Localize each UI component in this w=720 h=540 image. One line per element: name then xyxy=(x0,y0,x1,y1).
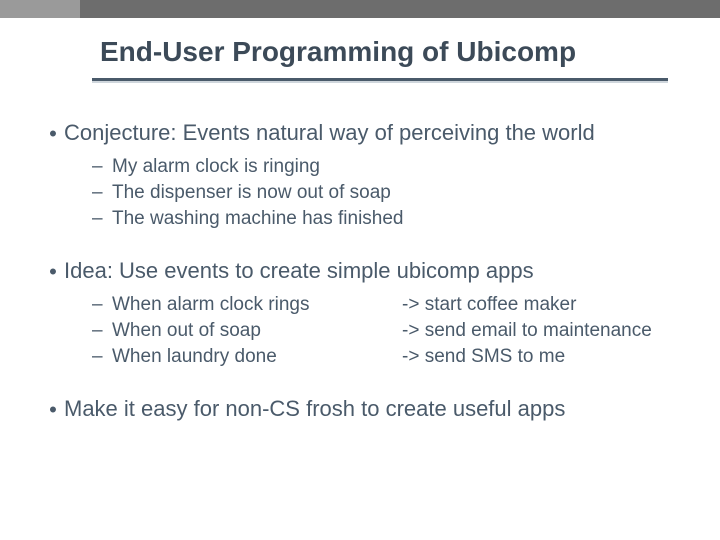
pair-right: -> start coffee maker xyxy=(402,292,682,318)
slide-content: • Conjecture: Events natural way of perc… xyxy=(42,120,682,430)
dash-icon: – xyxy=(92,180,112,206)
sub-pair: When laundry done -> send SMS to me xyxy=(112,344,682,370)
bullet-dot-icon: • xyxy=(42,258,64,286)
sub-item: – My alarm clock is ringing xyxy=(92,154,682,180)
top-bar-accent xyxy=(0,0,80,18)
pair-left: When laundry done xyxy=(112,344,402,370)
sub-list: – When alarm clock rings -> start coffee… xyxy=(92,292,682,370)
dash-icon: – xyxy=(92,206,112,232)
dash-icon: – xyxy=(92,154,112,180)
sub-pair: When out of soap -> send email to mainte… xyxy=(112,318,682,344)
bullet-item: • Idea: Use events to create simple ubic… xyxy=(42,258,682,286)
title-underline-shadow xyxy=(92,81,668,83)
pair-left: When out of soap xyxy=(112,318,402,344)
dash-icon: – xyxy=(92,344,112,370)
pair-left: When alarm clock rings xyxy=(112,292,402,318)
sub-text: My alarm clock is ringing xyxy=(112,154,682,180)
bullet-text: Idea: Use events to create simple ubicom… xyxy=(64,258,682,284)
bullet-text: Conjecture: Events natural way of percei… xyxy=(64,120,682,146)
bullet-item: • Make it easy for non-CS frosh to creat… xyxy=(42,396,682,424)
bullet-dot-icon: • xyxy=(42,396,64,424)
dash-icon: – xyxy=(92,318,112,344)
sub-list: – My alarm clock is ringing – The dispen… xyxy=(92,154,682,232)
sub-item: – The dispenser is now out of soap xyxy=(92,180,682,206)
sub-pair: When alarm clock rings -> start coffee m… xyxy=(112,292,682,318)
top-bar xyxy=(0,0,720,18)
bullet-text: Make it easy for non-CS frosh to create … xyxy=(64,396,682,422)
sub-text: The dispenser is now out of soap xyxy=(112,180,682,206)
dash-icon: – xyxy=(92,292,112,318)
sub-item: – When laundry done -> send SMS to me xyxy=(92,344,682,370)
sub-item: – When alarm clock rings -> start coffee… xyxy=(92,292,682,318)
slide: End-User Programming of Ubicomp • Conjec… xyxy=(0,0,720,540)
slide-title: End-User Programming of Ubicomp xyxy=(100,36,660,68)
bullet-item: • Conjecture: Events natural way of perc… xyxy=(42,120,682,148)
sub-item: – The washing machine has finished xyxy=(92,206,682,232)
pair-right: -> send SMS to me xyxy=(402,344,682,370)
sub-item: – When out of soap -> send email to main… xyxy=(92,318,682,344)
bullet-dot-icon: • xyxy=(42,120,64,148)
sub-text: The washing machine has finished xyxy=(112,206,682,232)
pair-right: -> send email to maintenance xyxy=(402,318,682,344)
